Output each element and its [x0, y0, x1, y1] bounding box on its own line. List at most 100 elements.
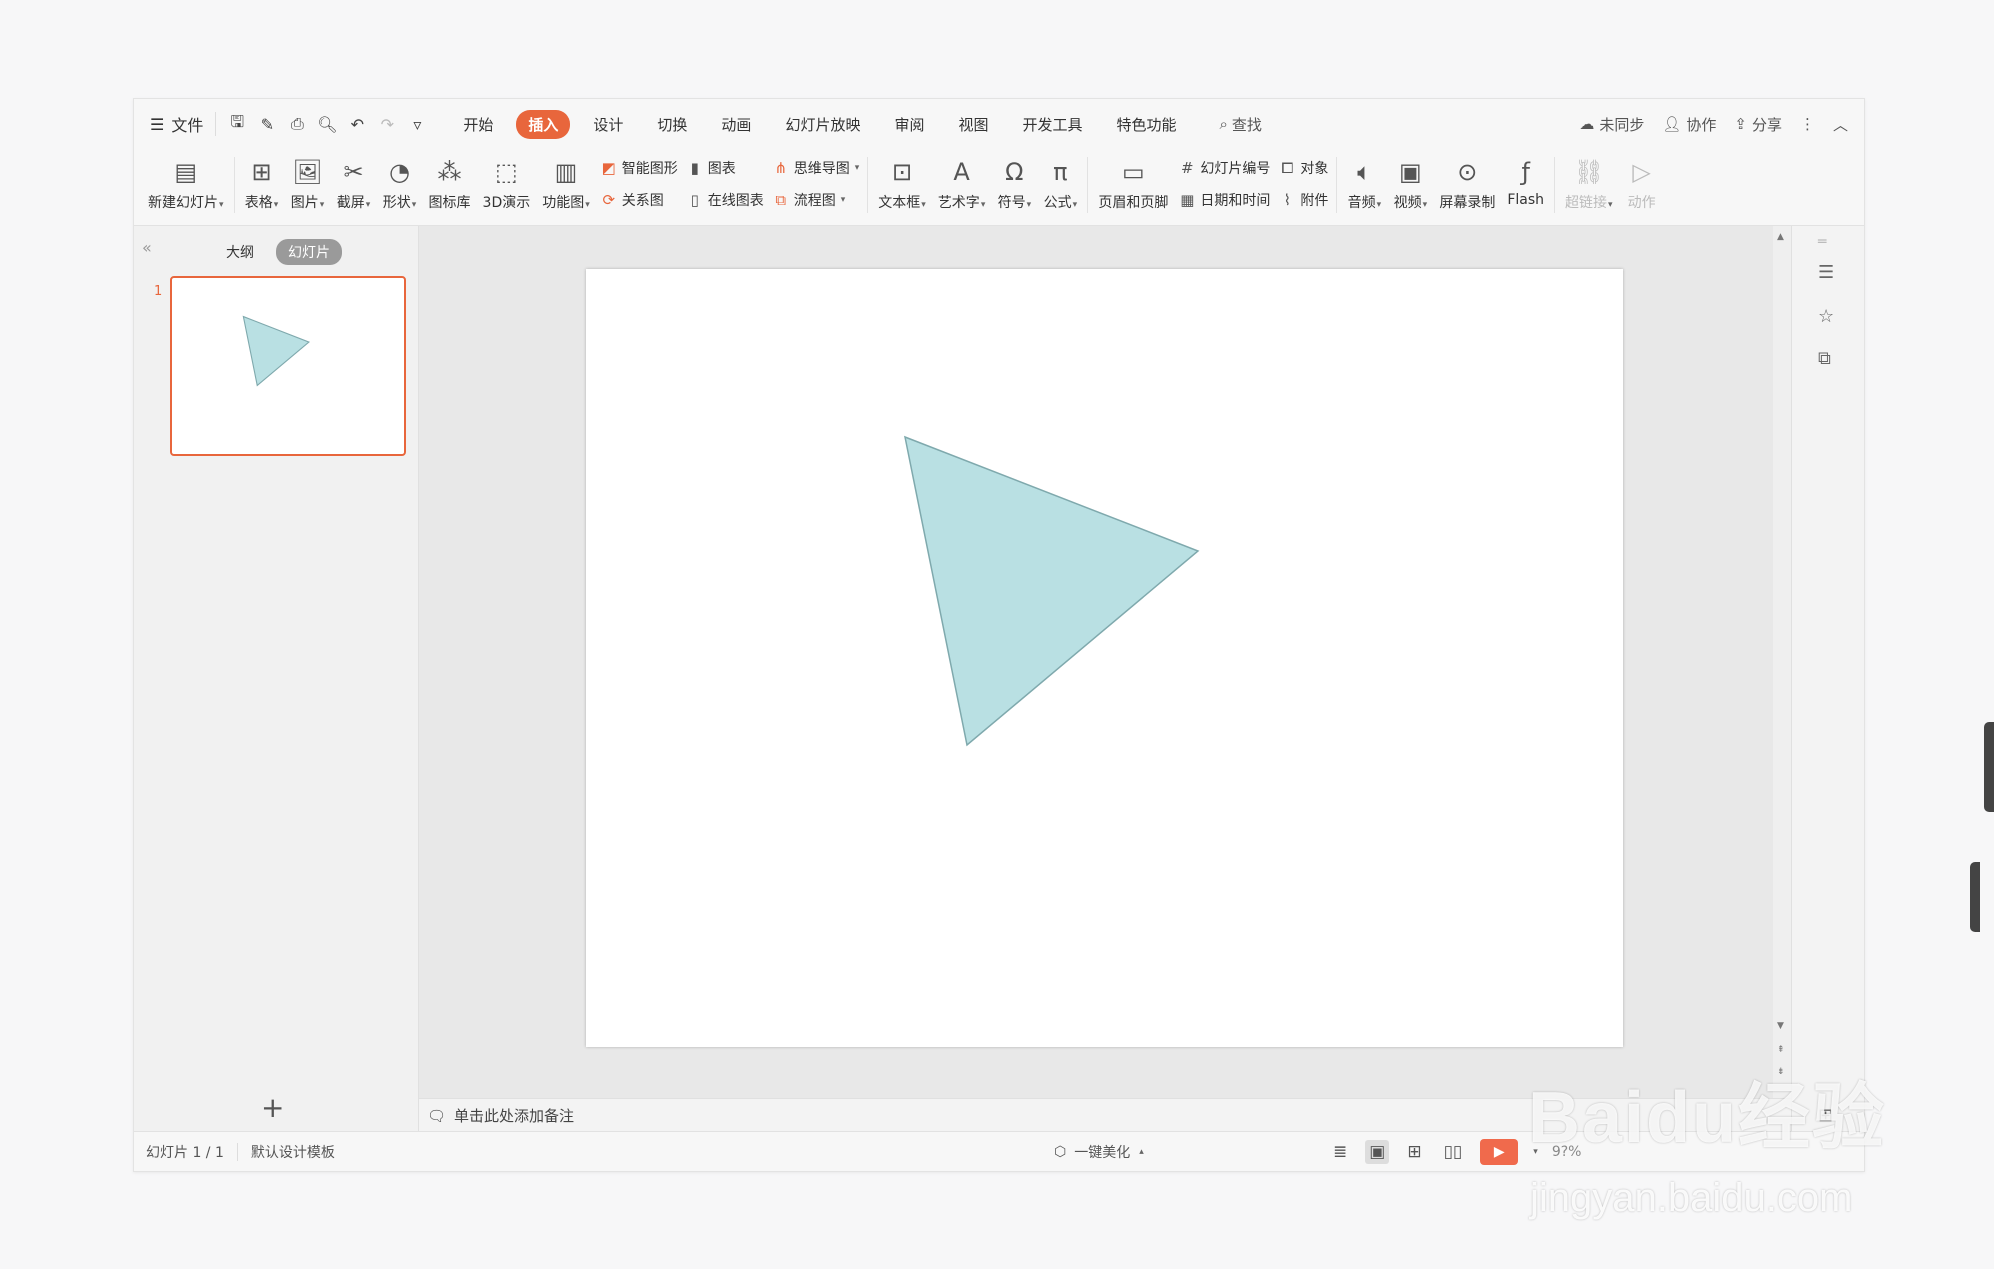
- tab-design[interactable]: 设计: [582, 110, 634, 139]
- shape-icon: ◔: [389, 158, 410, 186]
- tab-outline[interactable]: 大纲: [214, 239, 266, 265]
- vertical-scrollbar[interactable]: ▲ ▼ ⇞ ⇟: [1773, 226, 1791, 1099]
- flash-label: Flash: [1507, 192, 1545, 208]
- edge-handle-top[interactable]: [1984, 722, 1994, 812]
- notes-toggle-icon[interactable]: ≣: [1329, 1140, 1351, 1164]
- collab-button[interactable]: 👤︎ 协作: [1662, 114, 1716, 135]
- text-box-button[interactable]: ⊡ 文本框▾: [872, 149, 932, 219]
- action-button[interactable]: ▷ 动作: [1619, 149, 1665, 219]
- shape-button[interactable]: ◔ 形状▾: [377, 149, 423, 219]
- 3d-demo-button[interactable]: ⬚ 3D演示: [477, 149, 537, 219]
- function-chart-icon: ▥: [554, 158, 578, 186]
- reading-view-icon[interactable]: ▯▯: [1440, 1140, 1467, 1164]
- function-chart-button[interactable]: ▥ 功能图▾: [536, 149, 596, 219]
- object-icon: ⧠: [1281, 159, 1294, 177]
- tab-insert[interactable]: 插入: [516, 109, 571, 139]
- date-time-button[interactable]: ▦ 日期和时间: [1178, 187, 1270, 213]
- tab-slideshow[interactable]: 幻灯片放映: [774, 110, 871, 139]
- tab-animation[interactable]: 动画: [710, 110, 762, 139]
- mind-map-button[interactable]: ⋔ 思维导图 ▾: [772, 155, 859, 181]
- collapse-panel-icon[interactable]: «: [142, 238, 152, 257]
- smart-shape-button[interactable]: ◩ 智能图形: [600, 155, 678, 181]
- slide-number-button[interactable]: # 幻灯片编号: [1178, 155, 1270, 181]
- search-box[interactable]: ⌕ 查找: [1220, 114, 1262, 135]
- online-chart-button[interactable]: ▯ 在线图表: [686, 187, 764, 213]
- collapse-ribbon-icon[interactable]: ︿: [1833, 114, 1848, 135]
- new-slide-button[interactable]: ▤ 新建幻灯片▾: [142, 149, 230, 219]
- more-icon[interactable]: ⋮: [1800, 115, 1815, 133]
- screen-record-icon: ⊙: [1457, 158, 1478, 186]
- relation-chart-button[interactable]: ⟳ 关系图: [600, 187, 678, 213]
- tab-review[interactable]: 审阅: [883, 110, 935, 139]
- slide-number: 1: [154, 284, 163, 299]
- edge-handle-bottom[interactable]: [1970, 862, 1980, 932]
- print-icon[interactable]: ⎙: [286, 114, 308, 134]
- template-name[interactable]: 默认设计模板: [251, 1142, 348, 1162]
- formula-button[interactable]: π 公式▾: [1037, 149, 1083, 219]
- divider: [867, 157, 869, 213]
- icon-library-label: 图标库: [428, 195, 471, 211]
- hyperlink-button[interactable]: ⛓ 超链接▾: [1559, 149, 1619, 219]
- tab-special-features[interactable]: 特色功能: [1106, 110, 1188, 139]
- tab-view[interactable]: 视图: [947, 110, 999, 139]
- flow-chart-button[interactable]: ⧉ 流程图 ▾: [772, 187, 860, 213]
- tab-transition[interactable]: 切换: [646, 110, 698, 139]
- diagram-group: ⋔ 思维导图 ▾ ⧉ 流程图 ▾: [768, 149, 864, 213]
- text-box-icon: ⊡: [891, 158, 913, 186]
- redo-icon[interactable]: ↷: [376, 115, 398, 134]
- tab-slides[interactable]: 幻灯片: [276, 239, 342, 265]
- triangle-shape[interactable]: [586, 269, 1623, 1047]
- scroll-down-icon[interactable]: ▼: [1777, 1021, 1784, 1031]
- play-icon: ▶: [1493, 1143, 1505, 1160]
- beautify-button[interactable]: ⬡ 一键美化 ▴: [1054, 1142, 1144, 1162]
- customize-chevron-icon[interactable]: ▿: [406, 115, 428, 134]
- scroll-up-icon[interactable]: ▲: [1777, 232, 1784, 242]
- video-button[interactable]: ▣ 视频▾: [1387, 149, 1433, 219]
- properties-icon[interactable]: ☰: [1818, 262, 1834, 283]
- screenshot-button[interactable]: ✂ 截屏▾: [331, 149, 377, 219]
- divider: [1336, 157, 1338, 213]
- sorter-view-icon[interactable]: ⊞: [1403, 1140, 1425, 1164]
- slide[interactable]: [586, 269, 1623, 1047]
- audio-button[interactable]: 🔈︎ 音频▾: [1341, 149, 1387, 219]
- chart-group: ▮ 图表 ▯ 在线图表: [682, 149, 768, 213]
- cloud-icon: ☁: [1579, 115, 1595, 133]
- sync-button[interactable]: ☁ 未同步: [1579, 114, 1644, 135]
- screen-record-button[interactable]: ⊙ 屏幕录制: [1433, 149, 1501, 219]
- attachment-button[interactable]: ⌇ 附件: [1278, 187, 1329, 213]
- divider: [1554, 157, 1556, 213]
- transition-icon[interactable]: ⧉: [1818, 348, 1831, 369]
- play-slideshow-button[interactable]: ▶: [1480, 1138, 1519, 1165]
- prev-slide-icon[interactable]: ⇞: [1777, 1045, 1785, 1055]
- undo-icon[interactable]: ↶: [346, 115, 368, 134]
- word-art-label: 艺术字: [937, 195, 980, 211]
- notes-placeholder: 单击此处添加备注: [454, 1107, 575, 1125]
- save-icon[interactable]: 🖫: [226, 111, 248, 138]
- tab-home[interactable]: 开始: [452, 110, 504, 139]
- picture-button[interactable]: 🖼︎ 图片▾: [285, 149, 331, 219]
- file-menu[interactable]: ☰ 文件: [150, 112, 217, 136]
- symbol-button[interactable]: Ω 符号▾: [991, 149, 1037, 219]
- header-footer-button[interactable]: ▭ 页眉和页脚: [1092, 149, 1174, 219]
- object-button[interactable]: ⧠ 对象: [1278, 155, 1328, 181]
- add-slide-icon[interactable]: +: [261, 1091, 284, 1124]
- icon-library-button[interactable]: ⁂ 图标库: [423, 149, 477, 219]
- screen-record-label: 屏幕录制: [1439, 195, 1496, 211]
- word-art-button[interactable]: A 艺术字▾: [932, 149, 992, 219]
- format-painter-icon[interactable]: ✎: [256, 115, 278, 134]
- tab-developer[interactable]: 开发工具: [1011, 110, 1093, 139]
- 3d-demo-label: 3D演示: [482, 195, 531, 211]
- chart-label: 图表: [707, 161, 736, 177]
- animation-star-icon[interactable]: ☆: [1818, 306, 1834, 327]
- slide-thumbnail[interactable]: [170, 276, 406, 456]
- normal-view-icon[interactable]: ▣: [1365, 1139, 1390, 1164]
- print-preview-icon[interactable]: 🔍︎: [316, 115, 338, 134]
- flash-button[interactable]: ƒ Flash: [1501, 149, 1550, 219]
- share-label: 分享: [1751, 115, 1782, 134]
- relation-chart-icon: ⟳: [602, 191, 616, 209]
- picture-icon: 🖼︎: [292, 158, 323, 186]
- share-button[interactable]: ⇪ 分享: [1734, 114, 1782, 135]
- chart-button[interactable]: ▮ 图表: [686, 155, 764, 181]
- table-icon: ⊞: [251, 158, 272, 186]
- table-button[interactable]: ⊞ 表格▾: [239, 149, 285, 219]
